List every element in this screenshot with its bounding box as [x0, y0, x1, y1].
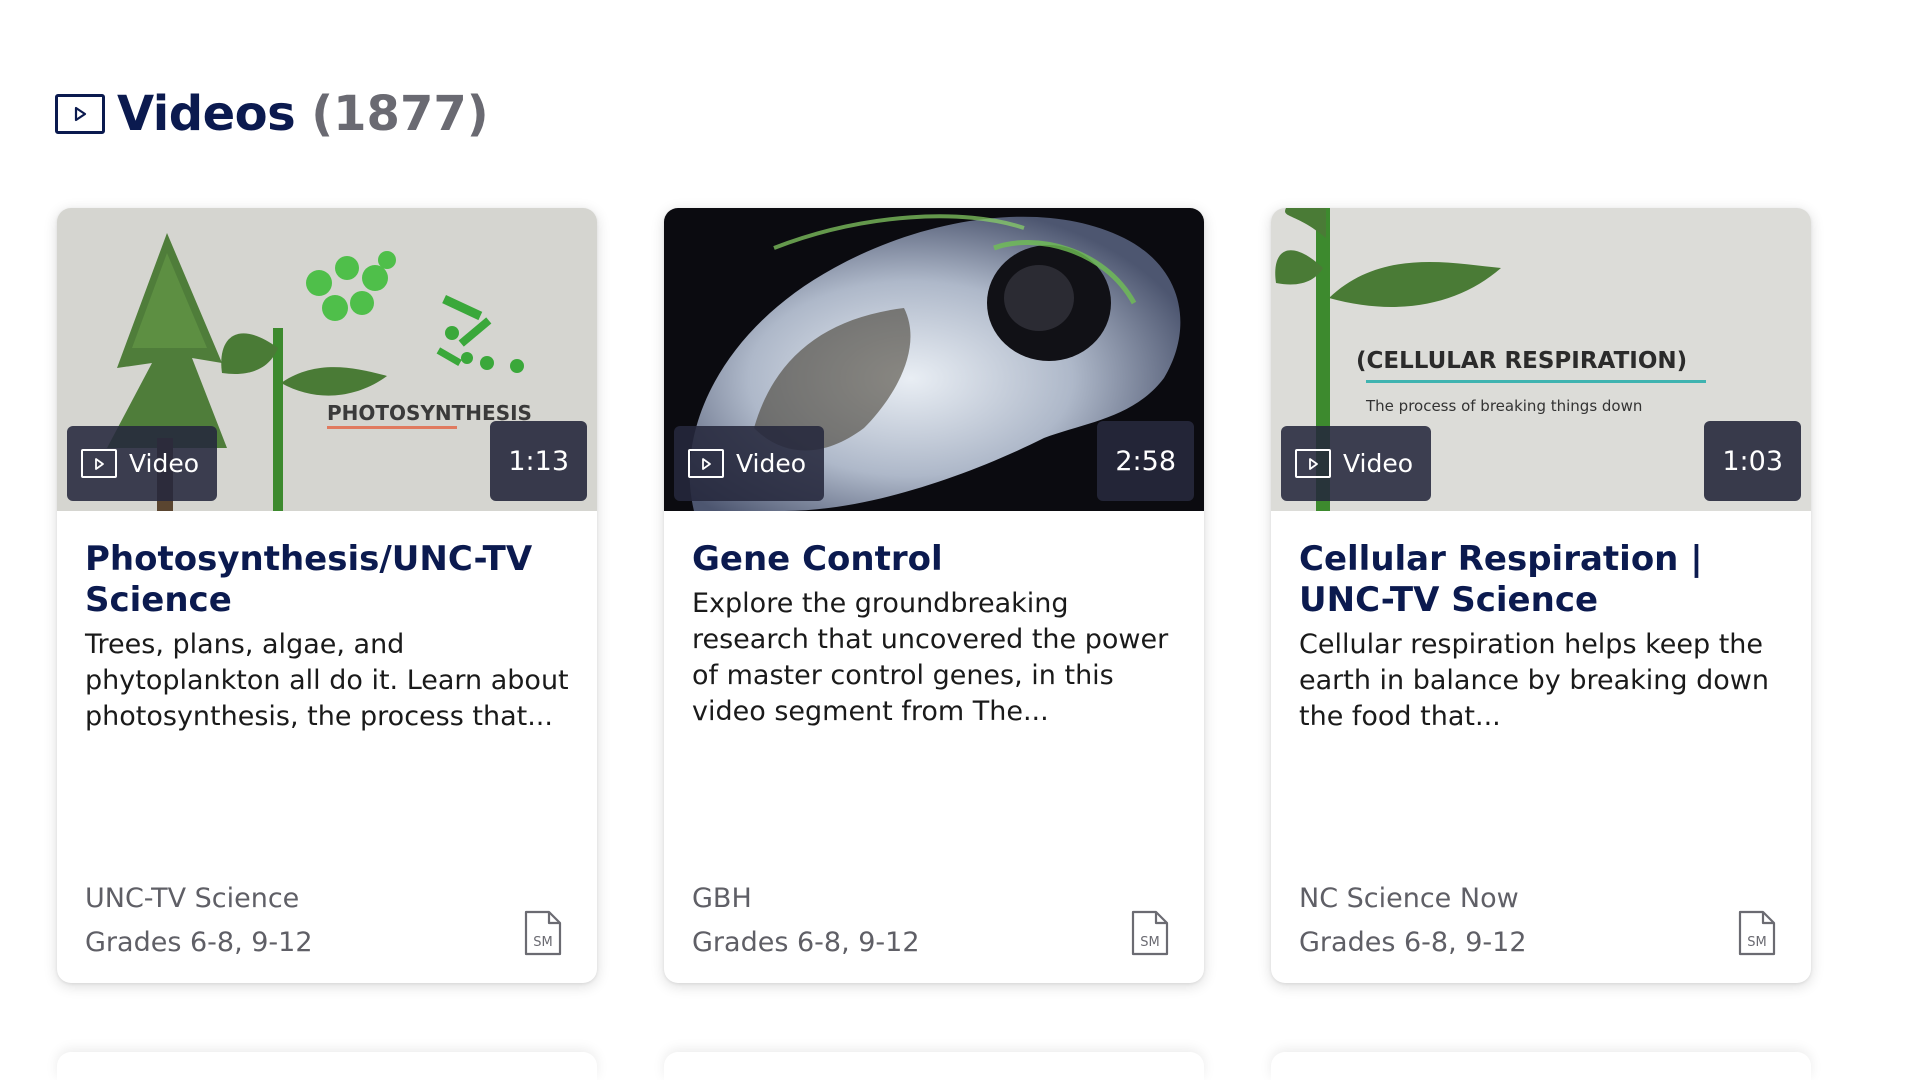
- video-type-badge: Video: [67, 426, 218, 501]
- card-grades: Grades 6-8, 9-12: [692, 927, 920, 958]
- card-description: Cellular respiration helps keep the eart…: [1299, 629, 1769, 732]
- video-type-badge: Video: [674, 426, 825, 501]
- section-header: Videos (1877): [55, 86, 489, 142]
- svg-text:SM: SM: [533, 935, 552, 950]
- video-badge-label: Video: [1343, 449, 1414, 478]
- video-play-icon: [55, 94, 105, 134]
- svg-text:SM: SM: [1140, 935, 1159, 950]
- video-thumbnail[interactable]: Video 2:58: [664, 208, 1204, 511]
- card-source: GBH: [692, 883, 752, 914]
- svg-text:SM: SM: [1747, 935, 1766, 950]
- video-play-icon: [1295, 449, 1331, 478]
- section-count: (1877): [311, 86, 489, 142]
- video-type-badge: Video: [1281, 426, 1432, 501]
- video-duration: 1:13: [490, 421, 587, 501]
- card-title[interactable]: Cellular Respiration | UNC-TV Science: [1299, 539, 1783, 621]
- video-duration: 1:03: [1704, 421, 1801, 501]
- section-title: Videos: [117, 86, 296, 142]
- video-badge-label: Video: [129, 449, 200, 478]
- support-materials-icon: SM: [524, 910, 562, 956]
- card-title[interactable]: Photosynthesis/UNC-TV Science: [85, 539, 569, 621]
- video-card-list: PHOTOSYNTHESIS Video 1:13 Photosynthesis…: [57, 208, 1877, 983]
- video-thumbnail[interactable]: PHOTOSYNTHESIS Video 1:13: [57, 208, 597, 511]
- video-card[interactable]: (CELLULAR RESPIRATION) The process of br…: [1271, 208, 1811, 983]
- card-title[interactable]: Gene Control: [692, 539, 1176, 580]
- card-footer: GBH Grades 6-8, 9-12 SM: [692, 877, 1176, 965]
- card-grades: Grades 6-8, 9-12: [85, 927, 313, 958]
- card-source: UNC-TV Science: [85, 883, 300, 914]
- page: Videos (1877) PHOTOSYNTHESIS Video 1:13 …: [0, 0, 1920, 1080]
- next-row-card[interactable]: [57, 1052, 597, 1080]
- video-play-icon: [81, 449, 117, 478]
- card-description: Trees, plans, algae, and phytoplankton a…: [85, 629, 569, 732]
- support-materials-icon: SM: [1131, 910, 1169, 956]
- video-card[interactable]: PHOTOSYNTHESIS Video 1:13 Photosynthesis…: [57, 208, 597, 983]
- video-thumbnail[interactable]: (CELLULAR RESPIRATION) The process of br…: [1271, 208, 1811, 511]
- video-badge-label: Video: [736, 449, 807, 478]
- card-description: Explore the groundbreaking research that…: [692, 588, 1169, 727]
- card-footer: NC Science Now Grades 6-8, 9-12 SM: [1299, 877, 1783, 965]
- card-source: NC Science Now: [1299, 883, 1519, 914]
- next-row-card[interactable]: [664, 1052, 1204, 1080]
- svg-text:The process of breaking things: The process of breaking things down: [1365, 397, 1642, 415]
- card-grades: Grades 6-8, 9-12: [1299, 927, 1527, 958]
- next-row-card[interactable]: [1271, 1052, 1811, 1080]
- video-duration: 2:58: [1097, 421, 1194, 501]
- svg-text:(CELLULAR RESPIRATION): (CELLULAR RESPIRATION): [1356, 348, 1687, 374]
- video-play-icon: [688, 449, 724, 478]
- video-card[interactable]: Video 2:58 Gene Control Explore the grou…: [664, 208, 1204, 983]
- card-footer: UNC-TV Science Grades 6-8, 9-12 SM: [85, 877, 569, 965]
- support-materials-icon: SM: [1738, 910, 1776, 956]
